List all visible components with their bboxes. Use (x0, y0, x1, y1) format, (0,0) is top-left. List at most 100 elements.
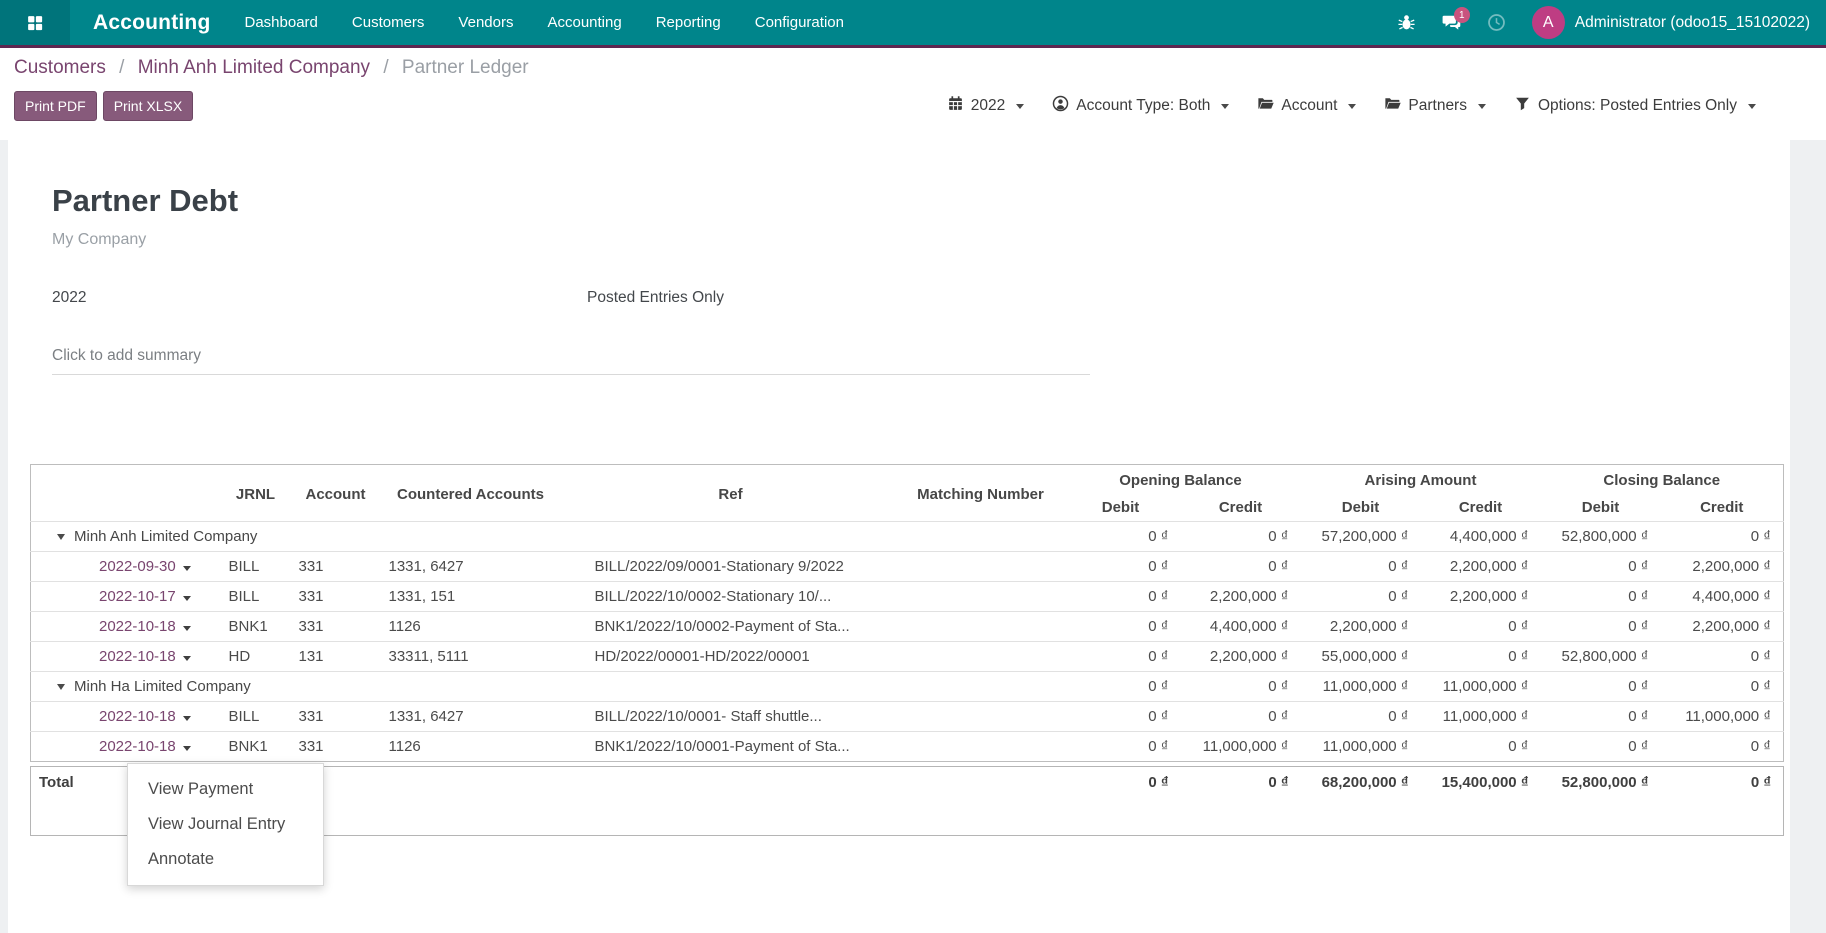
top-menu-item-accounting[interactable]: Accounting (547, 10, 621, 35)
line-account: 331 (291, 702, 381, 732)
username: Administrator (odoo15_15102022) (1575, 14, 1810, 32)
column-header-matching-number: Matching Number (901, 465, 1061, 522)
top-menu-item-dashboard[interactable]: Dashboard (245, 10, 318, 35)
amount-cell: 0 ₫ (1661, 732, 1784, 762)
amount-cell: 4,400,000 ₫ (1181, 612, 1301, 642)
top-menu-item-vendors[interactable]: Vendors (458, 10, 513, 35)
calendar-icon (947, 95, 964, 117)
top-menu-item-configuration[interactable]: Configuration (755, 10, 844, 35)
app-brand[interactable]: Accounting (93, 11, 211, 35)
control-panel: Customers / Minh Anh Limited Company / P… (0, 48, 1826, 140)
subcolumn-opening-balance-debit: Debit (1061, 494, 1181, 522)
filter-account[interactable]: Account (1257, 95, 1356, 117)
amount-cell: 11,000,000 ₫ (1301, 732, 1421, 762)
chevron-down-icon (1748, 104, 1756, 109)
amount-cell: 0 ₫ (1541, 552, 1661, 582)
filter-icon (1514, 95, 1531, 117)
context-menu-item-annotate[interactable]: Annotate (128, 842, 323, 877)
line-journal: BILL (221, 702, 291, 732)
amount-cell: 0 ₫ (1061, 552, 1181, 582)
partner-group-toggle[interactable]: Minh Ha Limited Company (31, 672, 1061, 702)
amount-cell: 0 ₫ (1661, 522, 1784, 552)
column-group-arising-amount: Arising Amount (1301, 465, 1541, 495)
breadcrumb-separator: / (114, 57, 130, 78)
report-period: 2022 (52, 289, 86, 306)
amount-cell: 0 ₫ (1661, 672, 1784, 702)
amount-cell: 0 ₫ (1541, 672, 1661, 702)
line-date-dropdown[interactable]: 2022-10-18 (99, 618, 176, 635)
line-journal: BILL (221, 552, 291, 582)
line-date-dropdown[interactable]: 2022-10-17 (99, 588, 176, 605)
messages-icon[interactable]: 1 (1442, 13, 1461, 32)
filter-partners[interactable]: Partners (1384, 95, 1486, 117)
amount-cell: 52,800,000 ₫ (1541, 642, 1661, 672)
ledger-table: JRNLAccountCountered AccountsRefMatching… (30, 464, 1784, 762)
apps-menu-button[interactable] (0, 0, 70, 45)
filter-label: Account (1281, 97, 1337, 115)
chevron-down-icon (183, 656, 191, 661)
line-date-dropdown[interactable]: 2022-09-30 (99, 558, 176, 575)
partner-group-toggle[interactable]: Minh Anh Limited Company (31, 522, 1061, 552)
print-pdf-button[interactable]: Print PDF (14, 91, 97, 121)
summary-input[interactable]: Click to add summary (52, 347, 1090, 375)
user-circle-icon (1052, 95, 1069, 117)
amount-cell: 0 ₫ (1421, 642, 1541, 672)
breadcrumb-separator: / (378, 57, 394, 78)
amount-cell: 0 ₫ (1301, 582, 1421, 612)
ledger-line-row: 2022-10-18HD13133311, 5111HD/2022/00001-… (31, 642, 1784, 672)
top-menu-item-reporting[interactable]: Reporting (656, 10, 721, 35)
debug-bug-icon[interactable] (1397, 13, 1416, 32)
filter-label: Account Type: Both (1076, 97, 1210, 115)
filter-options-posted-entries-only[interactable]: Options: Posted Entries Only (1514, 95, 1756, 117)
context-menu-item-view-payment[interactable]: View Payment (128, 772, 323, 807)
amount-cell: 2,200,000 ₫ (1421, 552, 1541, 582)
top-menu: Dashboard Customers Vendors Accounting Repor… (245, 10, 844, 35)
line-context-menu: View PaymentView Journal EntryAnnotate (127, 763, 324, 886)
line-date-cell: 2022-10-18 (31, 642, 221, 672)
line-countered-accounts: 1331, 6427 (381, 702, 561, 732)
line-ref: BILL/2022/10/0002-Stationary 10/... (561, 582, 901, 612)
partner-group-row: Minh Anh Limited Company0 ₫0 ₫57,200,000… (31, 522, 1784, 552)
chevron-down-icon (183, 596, 191, 601)
amount-cell: 0 ₫ (1541, 612, 1661, 642)
amount-cell: 0 ₫ (1541, 702, 1661, 732)
breadcrumb-link-minh-anh-limited-company[interactable]: Minh Anh Limited Company (138, 57, 370, 78)
line-date-dropdown[interactable]: 2022-10-18 (99, 708, 176, 725)
report-sheet: Partner Debt My Company 2022 Posted Entr… (8, 140, 1790, 933)
filter-account-type-both[interactable]: Account Type: Both (1052, 95, 1229, 117)
subcolumn-arising-amount-debit: Debit (1301, 494, 1421, 522)
amount-cell: 52,800,000 ₫ (1541, 522, 1661, 552)
chevron-down-icon (1016, 104, 1024, 109)
total-amount-cell: 0 ₫ (1661, 767, 1784, 836)
ledger-line-row: 2022-10-17BILL3311331, 151BILL/2022/10/0… (31, 582, 1784, 612)
amount-cell: 0 ₫ (1061, 582, 1181, 612)
amount-cell: 0 ₫ (1061, 702, 1181, 732)
amount-cell: 55,000,000 ₫ (1301, 642, 1421, 672)
amount-cell: 0 ₫ (1661, 642, 1784, 672)
line-date-cell: 2022-10-18 (31, 612, 221, 642)
amount-cell: 2,200,000 ₫ (1181, 582, 1301, 612)
breadcrumb-link-customers[interactable]: Customers (14, 57, 106, 78)
print-xlsx-button[interactable]: Print XLSX (103, 91, 193, 121)
line-matching-number (901, 642, 1061, 672)
top-navbar: Accounting Dashboard Customers Vendors Acco… (0, 0, 1826, 48)
amount-cell: 11,000,000 ₫ (1301, 672, 1421, 702)
amount-cell: 2,200,000 ₫ (1421, 582, 1541, 612)
filter-2022[interactable]: 2022 (947, 95, 1024, 117)
ledger-line-row: 2022-10-18BNK13311126BNK1/2022/10/0001-P… (31, 732, 1784, 762)
filter-label: Options: Posted Entries Only (1538, 97, 1737, 115)
amount-cell: 0 ₫ (1181, 552, 1301, 582)
activities-clock-icon[interactable] (1487, 13, 1506, 32)
line-date-cell: 2022-09-30 (31, 552, 221, 582)
amount-cell: 4,400,000 ₫ (1661, 582, 1784, 612)
filter-label: 2022 (971, 97, 1005, 115)
user-menu[interactable]: A Administrator (odoo15_15102022) (1532, 6, 1810, 39)
context-menu-item-view-journal-entry[interactable]: View Journal Entry (128, 807, 323, 842)
line-date-dropdown[interactable]: 2022-10-18 (99, 648, 176, 665)
total-amount-cell: 0 ₫ (1061, 767, 1181, 836)
chevron-down-icon (1221, 104, 1229, 109)
line-date-dropdown[interactable]: 2022-10-18 (99, 738, 176, 755)
top-menu-item-customers[interactable]: Customers (352, 10, 425, 35)
line-date-cell: 2022-10-17 (31, 582, 221, 612)
ledger-line-row: 2022-09-30BILL3311331, 6427BILL/2022/09/… (31, 552, 1784, 582)
